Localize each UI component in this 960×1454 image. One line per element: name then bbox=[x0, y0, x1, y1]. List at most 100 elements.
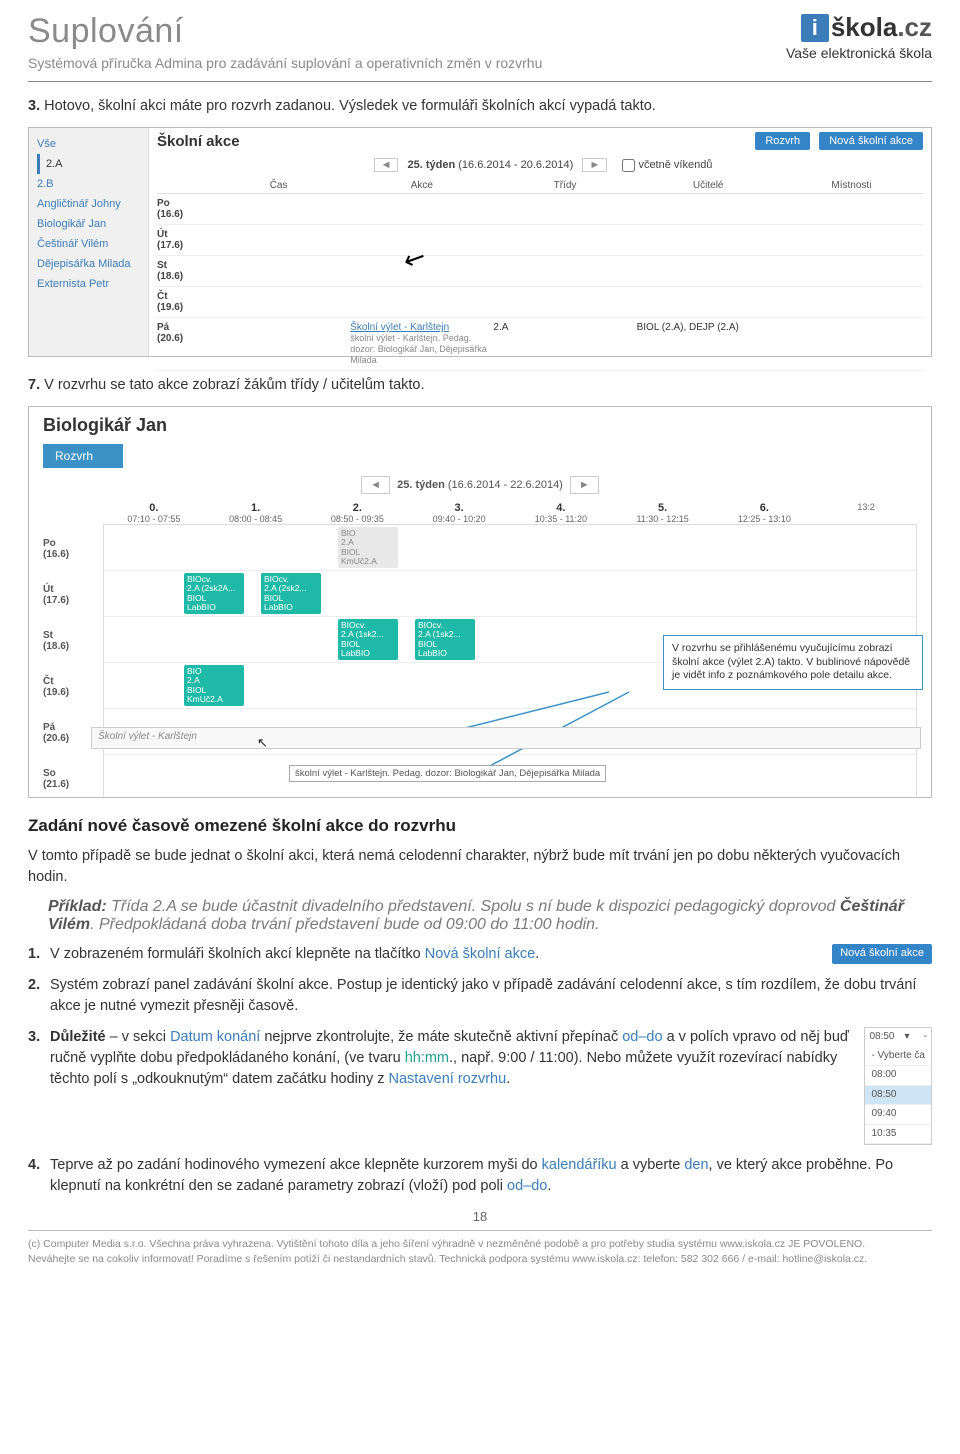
step-7-number: 7. bbox=[28, 377, 40, 393]
time-dropdown-screenshot: 08:50▾- - Vyberte ča 08:00 08:50 09:40 1… bbox=[864, 1027, 932, 1145]
section-heading: Zadání nové časově omezené školní akce d… bbox=[28, 816, 932, 836]
next-week-button-2[interactable]: ► bbox=[570, 476, 599, 494]
link-od-do[interactable]: od–do bbox=[622, 1029, 662, 1045]
cell-st-4[interactable]: BIOcv. 2.A (1sk2... BIOL LabBIO bbox=[415, 619, 475, 660]
hour-column: 2.08:50 - 09:35 bbox=[307, 502, 409, 524]
day-ct: Čt (19.6) bbox=[157, 291, 207, 313]
cell-ut-2[interactable]: BIOcv. 2.A (2sk2... BIOL LabBIO bbox=[261, 573, 321, 614]
dropdown-option-1[interactable]: 08:00 bbox=[865, 1066, 931, 1086]
sidebar-item-teacher-4[interactable]: Dějepisářka Milada bbox=[37, 254, 140, 274]
tab-rozvrh[interactable]: Rozvrh bbox=[43, 444, 123, 468]
link-datum-konani[interactable]: Datum konání bbox=[170, 1029, 260, 1045]
hour-column: 4.10:35 - 11:20 bbox=[510, 502, 612, 524]
week-number: 25. týden bbox=[408, 159, 456, 171]
dropdown-option-placeholder[interactable]: - Vyberte ča bbox=[865, 1047, 931, 1067]
screenshot-skolni-akce: Vše 2.A 2.B Angličtinář Johny Biologikář… bbox=[28, 127, 932, 357]
day-po: Po (16.6) bbox=[157, 198, 207, 220]
hour-column: 1.08:00 - 08:45 bbox=[205, 502, 307, 524]
new-action-button-inline[interactable]: Nová školní akce bbox=[832, 944, 932, 964]
step-3-number: 3. bbox=[28, 98, 40, 114]
page-title: Suplování bbox=[28, 12, 542, 51]
cell-ct-1[interactable]: BIO 2.A BIOL KmUč2.A bbox=[184, 665, 244, 706]
teacher-name: Biologikář Jan bbox=[43, 415, 917, 436]
sidebar-item-teacher-1[interactable]: Angličtinář Johny bbox=[37, 194, 140, 214]
step-7-text: 7. V rozvrhu se tato akce zobrazí žákům … bbox=[28, 375, 932, 396]
tooltip: školní výlet - Karlštejn. Pedag. dozor: … bbox=[289, 765, 606, 782]
link-kalendarik[interactable]: kalendáříku bbox=[542, 1157, 617, 1173]
chevron-down-icon[interactable]: ▾ bbox=[905, 1030, 910, 1045]
cursor-icon: ↖ bbox=[257, 735, 268, 751]
logo-text-cz: .cz bbox=[897, 12, 932, 42]
step-3-body: Hotovo, školní akci máte pro rozvrh zada… bbox=[44, 98, 656, 114]
format-hhmm: hh:mm bbox=[405, 1050, 449, 1066]
example-paragraph: Příklad: Třída 2.A se bude účastnit diva… bbox=[28, 898, 932, 934]
step-list-3: 3. 08:50▾- - Vyberte ča 08:00 08:50 09:4… bbox=[28, 1027, 932, 1145]
logo: i škola.cz Vaše elektronická škola bbox=[786, 12, 932, 61]
link-nastaveni-rozvrhu[interactable]: Nastavení rozvrhu bbox=[389, 1071, 507, 1087]
footer-line-1: (c) Computer Media s.r.o. Všechna práva … bbox=[28, 1237, 932, 1252]
row-day-po: Po (16.6) bbox=[43, 524, 103, 570]
footer-line-2: Neváhejte se na cokoliv informovat! Pora… bbox=[28, 1252, 932, 1267]
dropdown-selected[interactable]: 08:50 bbox=[869, 1030, 894, 1045]
panel-title: Školní akce bbox=[157, 133, 240, 150]
logo-text-main: škola bbox=[831, 12, 898, 42]
event-link[interactable]: Školní výlet - Karlštejn bbox=[350, 322, 449, 333]
day-ut: Út (17.6) bbox=[157, 229, 207, 251]
example-prefix: Příklad: bbox=[48, 898, 107, 915]
page-subtitle: Systémová příručka Admina pro zadávání s… bbox=[28, 55, 542, 71]
step-list-4-num: 4. bbox=[28, 1155, 40, 1176]
weekend-checkbox[interactable] bbox=[622, 159, 635, 172]
link-od-do-2[interactable]: od–do bbox=[507, 1178, 547, 1194]
hour-column: 6.12:25 - 13:10 bbox=[714, 502, 816, 524]
step-list-3-num: 3. bbox=[28, 1027, 40, 1048]
sidebar-item-2a[interactable]: 2.A bbox=[37, 154, 140, 174]
cell-po-3[interactable]: BIO 2.A BIOL KmUč2.A bbox=[338, 527, 398, 568]
rozvrh-button[interactable]: Rozvrh bbox=[755, 132, 810, 150]
week-range: (16.6.2014 - 20.6.2014) bbox=[458, 159, 573, 171]
event-subtitle: školní výlet - Karlštejn. Pedag. dozor: … bbox=[350, 333, 487, 365]
cell-st-3[interactable]: BIOcv. 2.A (1sk2... BIOL LabBIO bbox=[338, 619, 398, 660]
event-class: 2.A bbox=[493, 322, 636, 366]
step-3-bold: Důležité bbox=[50, 1029, 106, 1045]
sidebar-item-2b[interactable]: 2.B bbox=[37, 174, 140, 194]
hour-column: 5.11:30 - 12:15 bbox=[612, 502, 714, 524]
footer: (c) Computer Media s.r.o. Všechna práva … bbox=[28, 1230, 932, 1266]
day-pa: Pá (20.6) bbox=[157, 322, 207, 366]
step-list-1-num: 1. bbox=[28, 944, 40, 965]
schedule-event-row[interactable]: Školní výlet - Karlštejn bbox=[91, 727, 921, 749]
weekend-label: včetně víkendů bbox=[638, 159, 712, 171]
day-st: St (18.6) bbox=[157, 260, 207, 282]
sidebar-item-vse[interactable]: Vše bbox=[37, 134, 140, 154]
col-mistnosti: Místnosti bbox=[780, 180, 923, 191]
event-teachers: BIOL (2.A), DEJP (2.A) bbox=[637, 322, 780, 366]
sidebar: Vše 2.A 2.B Angličtinář Johny Biologikář… bbox=[29, 128, 149, 356]
header-divider bbox=[28, 81, 932, 82]
new-action-link[interactable]: Nová školní akce bbox=[425, 946, 535, 962]
dropdown-option-2[interactable]: 08:50 bbox=[865, 1086, 931, 1106]
section-intro: V tomto případě se bude jednat o školní … bbox=[28, 846, 932, 888]
hour-column: 3.09:40 - 10:20 bbox=[408, 502, 510, 524]
prev-week-button[interactable]: ◄ bbox=[374, 158, 399, 172]
col-tridy: Třídy bbox=[493, 180, 636, 191]
logo-icon: i bbox=[801, 14, 829, 42]
hour-column: 0.07:10 - 07:55 bbox=[103, 502, 205, 524]
next-week-button[interactable]: ► bbox=[582, 158, 607, 172]
step-3-text: 3. Hotovo, školní akci máte pro rozvrh z… bbox=[28, 96, 932, 117]
screenshot-rozvrh: Biologikář Jan Rozvrh ◄ 25. týden (16.6.… bbox=[28, 406, 932, 798]
sidebar-item-teacher-5[interactable]: Externista Petr bbox=[37, 274, 140, 294]
link-den[interactable]: den bbox=[684, 1157, 708, 1173]
step-list-4: 4. Teprve až po zadání hodinového vymeze… bbox=[28, 1155, 932, 1197]
week-range-2: (16.6.2014 - 22.6.2014) bbox=[448, 479, 563, 491]
callout-box: V rozvrhu se přihlášenému vyučujícímu zo… bbox=[663, 635, 923, 690]
col-cas: Čas bbox=[207, 180, 350, 191]
cell-ut-1[interactable]: BIOcv. 2.A (2sk2A... BIOL LabBIO bbox=[184, 573, 244, 614]
logo-subtitle: Vaše elektronická škola bbox=[786, 45, 932, 61]
row-day-st: St (18.6) bbox=[43, 616, 103, 662]
dropdown-option-3[interactable]: 09:40 bbox=[865, 1105, 931, 1125]
sidebar-item-teacher-2[interactable]: Biologikář Jan bbox=[37, 214, 140, 234]
step-7-body: V rozvrhu se tato akce zobrazí žákům tří… bbox=[44, 377, 424, 393]
sidebar-item-teacher-3[interactable]: Češtinář Vilém bbox=[37, 234, 140, 254]
dropdown-option-4[interactable]: 10:35 bbox=[865, 1125, 931, 1145]
new-action-button[interactable]: Nová školní akce bbox=[819, 132, 923, 150]
prev-week-button-2[interactable]: ◄ bbox=[361, 476, 390, 494]
